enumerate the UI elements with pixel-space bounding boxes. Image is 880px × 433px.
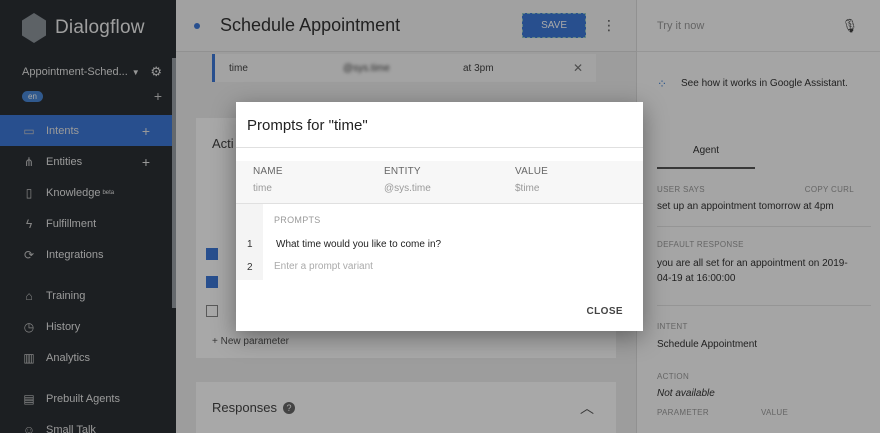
- value-column-header: VALUE: [515, 166, 549, 177]
- prompt-variant-input[interactable]: [274, 261, 614, 272]
- name-value: time: [253, 183, 272, 194]
- dialog-title: Prompts for "time": [247, 117, 368, 134]
- prompt-text[interactable]: What time would you like to come in?: [276, 239, 441, 250]
- entity-column-header: ENTITY: [384, 166, 421, 177]
- prompts-dialog: Prompts for "time" NAME time ENTITY @sys…: [236, 102, 643, 331]
- close-button[interactable]: CLOSE: [587, 306, 623, 317]
- value-value: $time: [515, 183, 540, 194]
- prompts-label: PROMPTS: [274, 215, 321, 225]
- prompt-number: 1: [247, 239, 253, 250]
- prompt-number: 2: [247, 262, 253, 273]
- parameter-summary: NAME time ENTITY @sys.time VALUE $time: [236, 161, 643, 203]
- name-column-header: NAME: [253, 166, 283, 177]
- entity-value: @sys.time: [384, 183, 431, 194]
